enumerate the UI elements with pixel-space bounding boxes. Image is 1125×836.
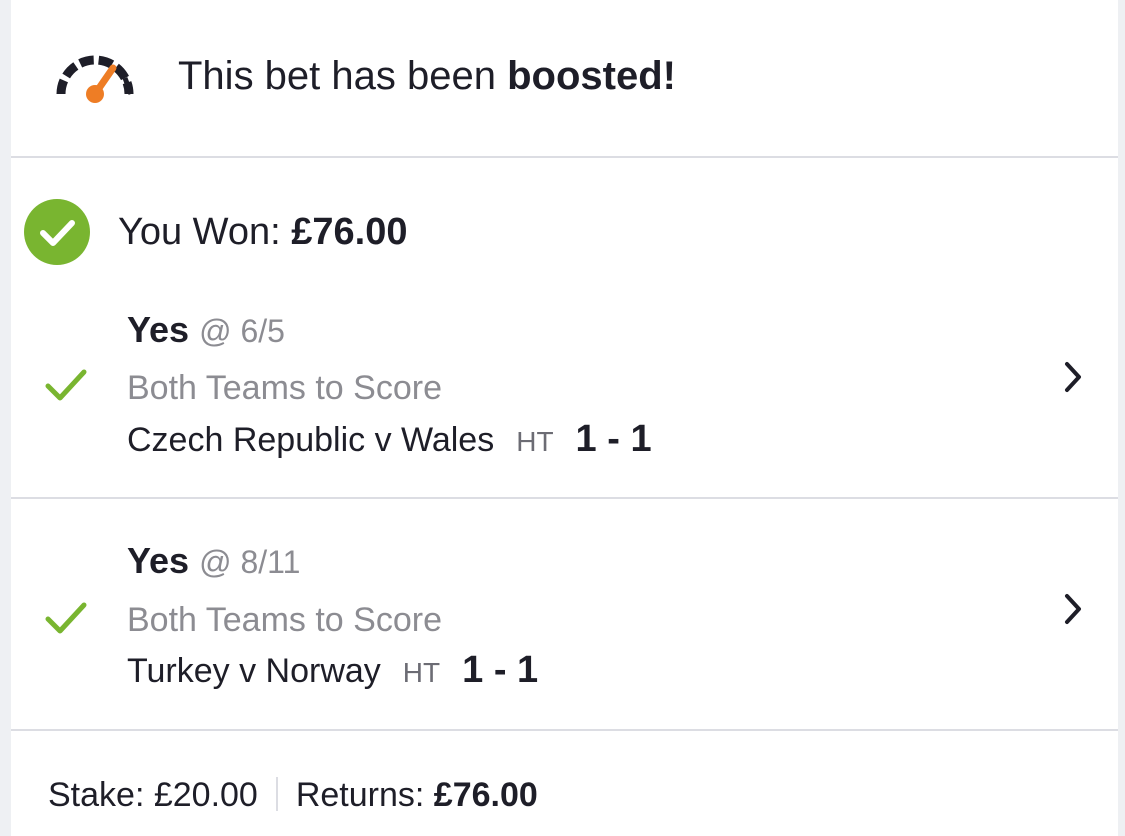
boost-message-bold: boosted!: [507, 54, 676, 98]
bet-receipt-card: This bet has been boosted! You Won: £76.…: [11, 0, 1118, 836]
returns-label: Returns:: [295, 776, 434, 814]
selection-event-name: Turkey v Norway: [127, 652, 381, 690]
bet-totals: Stake: £20.00 Returns: £76.00: [48, 773, 538, 817]
selection-event: Czech Republic v Wales HT 1 - 1: [127, 417, 652, 464]
selection-odds: @ 6/5: [199, 313, 285, 349]
stake-label: Stake:: [48, 776, 154, 814]
divider: [11, 729, 1118, 731]
selection-period: HT: [402, 657, 441, 688]
win-summary: You Won: £76.00: [118, 209, 407, 255]
check-icon: [45, 369, 87, 401]
chevron-right-icon[interactable]: [1059, 590, 1087, 628]
win-amount: £76.00: [291, 211, 408, 253]
selection-event: Turkey v Norway HT 1 - 1: [127, 648, 538, 695]
totals-separator: [275, 777, 278, 811]
selection-pick: Yes @ 6/5: [127, 308, 285, 353]
selection-pick: Yes @ 8/11: [127, 539, 300, 584]
check-icon: [45, 602, 87, 634]
chevron-right-icon[interactable]: [1059, 358, 1087, 396]
selection-pick-label: Yes: [127, 309, 190, 350]
divider: [11, 156, 1118, 158]
selection-market: Both Teams to Score: [127, 369, 442, 407]
selection-row[interactable]: Yes @ 6/5 Both Teams to Score Czech Repub…: [11, 268, 1118, 498]
returns-value: £76.00: [433, 776, 538, 814]
boost-message-prefix: This bet has been: [178, 54, 508, 98]
selection-market: Both Teams to Score: [127, 601, 442, 639]
selection-pick-label: Yes: [127, 540, 190, 581]
selection-score: 1 - 1: [462, 649, 539, 691]
selection-row[interactable]: Yes @ 8/11 Both Teams to Score Turkey v N…: [11, 499, 1118, 729]
selection-score: 1 - 1: [575, 418, 652, 460]
check-circle-icon: [24, 199, 90, 265]
selection-odds: @ 8/11: [199, 544, 301, 580]
speedometer-boost-icon: [56, 55, 134, 103]
win-label: You Won:: [118, 211, 292, 253]
boost-message: This bet has been boosted!: [178, 52, 676, 100]
selection-event-name: Czech Republic v Wales: [127, 421, 495, 459]
stake-value: £20.00: [153, 776, 258, 814]
selection-period: HT: [516, 426, 554, 457]
